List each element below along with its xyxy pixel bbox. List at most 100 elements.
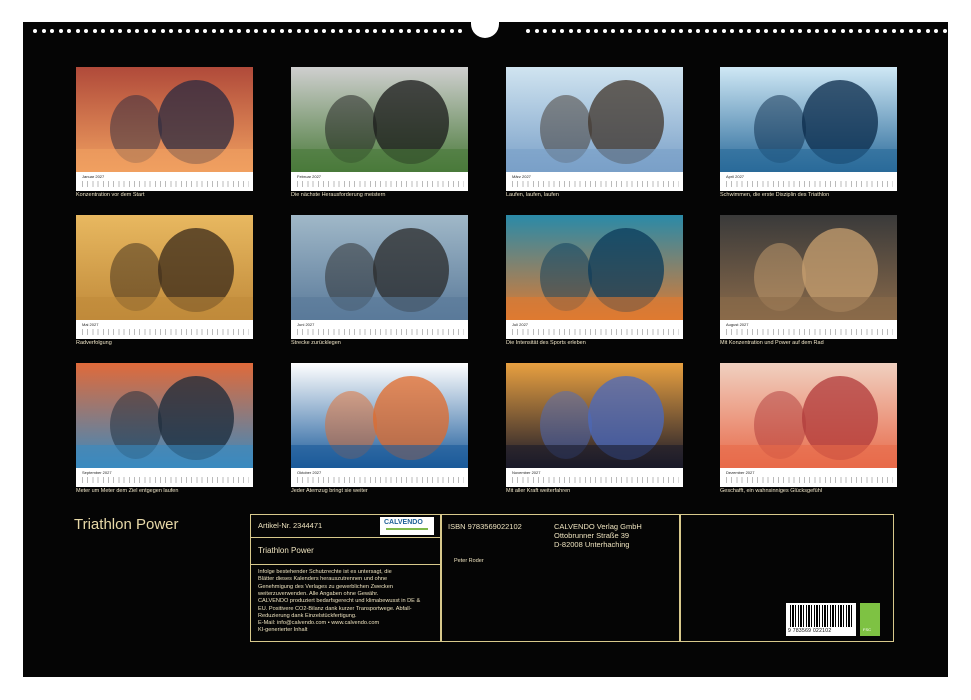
- binding-hole: [942, 29, 947, 33]
- month-caption: Die Intensität des Sports erleben: [506, 340, 586, 346]
- month-name: April 2027: [726, 174, 745, 179]
- binding-hole: [381, 29, 386, 33]
- binding-hole: [160, 29, 165, 33]
- month-tile: August 2027 Mit Konzentration und Power a…: [720, 215, 897, 346]
- binding-hole: [288, 29, 292, 33]
- article-number: Artikel-Nr. 2344471: [258, 521, 323, 530]
- binding-hole: [211, 29, 216, 33]
- binding-hole: [33, 29, 37, 33]
- binding-hole: [152, 29, 156, 33]
- binding-hole: [577, 29, 581, 33]
- publisher-line: CALVENDO Verlag GmbH: [554, 522, 642, 531]
- binding-hole: [220, 29, 224, 33]
- binding-hole: [891, 29, 896, 33]
- binding-hole: [169, 29, 173, 33]
- month-caption: Strecke zurücklegen: [291, 340, 341, 346]
- runner-motion-blur-photo: [291, 215, 468, 320]
- binding-hole: [611, 29, 615, 33]
- binding-hole: [670, 29, 675, 33]
- month-days: [726, 181, 893, 187]
- binding-hole: [874, 29, 879, 33]
- month-calendar-strip: Juni 2027: [291, 320, 468, 339]
- month-days: [297, 329, 464, 335]
- month-calendar-strip: April 2027: [720, 172, 897, 191]
- binding-hole: [364, 29, 369, 33]
- swimmers-orange-caps-photo: [291, 363, 468, 468]
- month-tile: Januar 2027 Konzentration vor dem Start: [76, 67, 253, 198]
- legal-line: Reduzierung dank Einzelstückfertigung.: [258, 612, 357, 619]
- month-tile: Dezember 2027 Geschafft, ein wahnsinniges…: [720, 363, 897, 494]
- binding-hole: [900, 29, 904, 33]
- month-days: [512, 329, 679, 335]
- cycling-pursuit-photo: [76, 215, 253, 320]
- binding-hole: [262, 29, 267, 33]
- month-calendar-strip: März 2027: [506, 172, 683, 191]
- binding-hole: [832, 29, 836, 33]
- binding-hole: [186, 29, 190, 33]
- legal-line: E-Mail: info@calvendo.com • www.calvendo…: [258, 620, 380, 627]
- binding-hole: [135, 29, 139, 33]
- binding-hole: [92, 29, 97, 33]
- binding-hole: [636, 29, 641, 33]
- marathon-runners-photo: [76, 363, 253, 468]
- month-caption: Laufen, laufen, laufen: [506, 192, 559, 198]
- calvendo-logo-text: CALVENDO: [384, 519, 423, 526]
- binding-hole: [798, 29, 802, 33]
- barcode-number: 9 783569 022102: [788, 628, 832, 634]
- author: Peter Roder: [454, 558, 484, 564]
- month-days: [82, 329, 249, 335]
- binding-hole: [696, 29, 700, 33]
- month-tile: Oktober 2027 Jeder Atemzug bringt sie wei…: [291, 363, 468, 494]
- month-caption: Jeder Atemzug bringt sie weiter: [291, 488, 368, 494]
- isbn: ISBN 9783569022102: [448, 522, 522, 531]
- binding-hole: [645, 29, 649, 33]
- month-days: [512, 181, 679, 187]
- binding-hole: [628, 29, 632, 33]
- binding-hole: [747, 29, 751, 33]
- binding-hole: [662, 29, 666, 33]
- month-name: November 2027: [512, 470, 541, 475]
- binding-hole: [373, 29, 377, 33]
- month-name: Oktober 2027: [297, 470, 322, 475]
- month-calendar-strip: November 2027: [506, 468, 683, 487]
- month-calendar-strip: Dezember 2027: [720, 468, 897, 487]
- binding-hole: [883, 29, 887, 33]
- binding-hole: [781, 29, 785, 33]
- binding-hole: [840, 29, 845, 33]
- month-name: September 2027: [82, 470, 112, 475]
- binding-hole: [730, 29, 734, 33]
- swimmer-closeup-photo: [506, 215, 683, 320]
- month-tile: Juni 2027 Strecke zurücklegen: [291, 215, 468, 346]
- binding-hole: [934, 29, 938, 33]
- month-caption: Schwimmen, die erste Disziplin des Triat…: [720, 192, 830, 198]
- month-caption: Radverfolgung: [76, 340, 112, 346]
- month-calendar-strip: September 2027: [76, 468, 253, 487]
- binding-hole: [271, 29, 275, 33]
- binding-hole: [347, 29, 352, 33]
- binding-hole: [925, 29, 930, 33]
- binding-hole: [849, 29, 853, 33]
- month-days: [297, 477, 464, 483]
- binding-hole: [126, 29, 131, 33]
- month-name: Dezember 2027: [726, 470, 755, 475]
- legal-line: weiterzuverwenden. Alle Angaben ohne Gew…: [258, 590, 379, 597]
- month-tile: März 2027 Laufen, laufen, laufen: [506, 67, 683, 198]
- binding-hole: [704, 29, 709, 33]
- binding-hole: [908, 29, 913, 33]
- binding-hole: [254, 29, 258, 33]
- binding-hole: [602, 29, 607, 33]
- binding-hole: [424, 29, 428, 33]
- binding-hole: [823, 29, 828, 33]
- month-calendar-strip: Februar 2027: [291, 172, 468, 191]
- binding-hole: [917, 29, 921, 33]
- binding-hole: [653, 29, 658, 33]
- binding-hole: [67, 29, 71, 33]
- binding-hole: [755, 29, 760, 33]
- legal-line: KI-generierter Inhalt: [258, 627, 308, 634]
- binding-hole: [143, 29, 148, 33]
- binding-hole: [58, 29, 63, 33]
- legal-line: CALVENDO produziert bedarfsgerecht und k…: [258, 598, 421, 605]
- binding-hole: [305, 29, 309, 33]
- binding-hole: [356, 29, 360, 33]
- binding-hole: [339, 29, 343, 33]
